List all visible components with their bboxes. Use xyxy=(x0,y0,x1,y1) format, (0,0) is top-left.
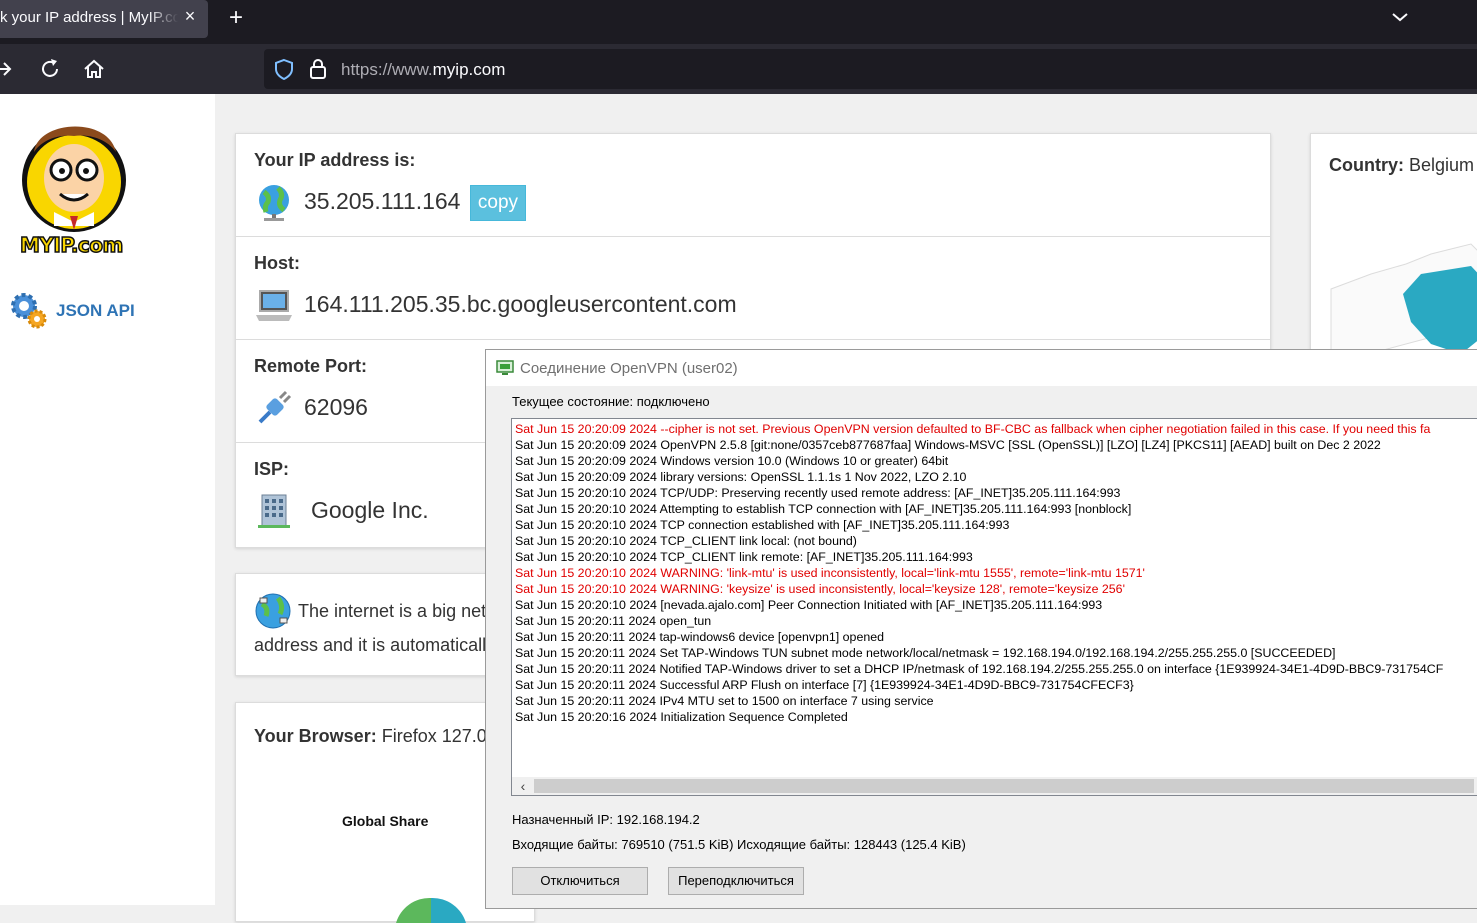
isp-label: ISP: xyxy=(254,459,290,479)
ip-value: 35.205.111.164 xyxy=(304,188,461,214)
openvpn-monitor-icon xyxy=(496,360,514,375)
arrow-right-icon xyxy=(0,62,12,76)
host-row: Host: 164.111.205.35.bc.googleuserconten… xyxy=(236,237,1270,340)
global-share-pie[interactable] xyxy=(386,893,476,923)
log-line: Sat Jun 15 20:20:10 2024 TCP/UDP: Preser… xyxy=(515,486,1121,500)
browser-text: Your Browser: Firefox 127.0 xyxy=(254,726,487,747)
log-line: Sat Jun 15 20:20:10 2024 Attempting to e… xyxy=(515,502,1132,516)
plug-icon xyxy=(258,390,292,424)
ip-row: Your IP address is: 35.205.111.164 copy xyxy=(236,134,1270,237)
network-globe-icon xyxy=(255,593,291,629)
log-line: Sat Jun 15 20:20:09 2024 library version… xyxy=(515,470,967,484)
log-line: Sat Jun 15 20:20:11 2024 Notified TAP-Wi… xyxy=(515,662,1444,676)
browser-label: Your Browser: xyxy=(254,726,377,746)
myip-logo[interactable]: MYIP.com xyxy=(18,112,130,258)
home-button[interactable] xyxy=(81,56,107,82)
laptop-icon xyxy=(256,290,292,321)
connection-status: Текущее состояние: подключено xyxy=(512,394,710,409)
log-line: Sat Jun 15 20:20:10 2024 TCP_CLIENT link… xyxy=(515,534,857,548)
dialog-titlebar[interactable]: Соединение OpenVPN (user02) xyxy=(486,350,1477,386)
browser-value: Firefox 127.0 xyxy=(381,726,487,746)
port-value: 62096 xyxy=(304,394,368,420)
url-text[interactable]: https://www.myip.com xyxy=(341,60,505,80)
log-line: Sat Jun 15 20:20:11 2024 Successful ARP … xyxy=(515,678,1134,692)
json-api-label: JSON API xyxy=(56,301,135,320)
chevron-down-icon xyxy=(1392,13,1408,22)
disconnect-button[interactable]: Отключиться xyxy=(512,867,648,895)
country-map[interactable] xyxy=(1311,194,1477,364)
log-box[interactable]: Sat Jun 15 20:20:09 2024 --cipher is not… xyxy=(511,418,1477,796)
host-value: 164.111.205.35.bc.googleusercontent.com xyxy=(304,291,737,317)
building-icon xyxy=(258,494,290,528)
log-line: Sat Jun 15 20:20:10 2024 WARNING: 'keysi… xyxy=(515,582,1125,596)
tab-myip[interactable]: k your IP address | MyIP.com × xyxy=(0,0,208,38)
url-domain: myip.com xyxy=(432,60,506,79)
internet-text-line2: address and it is automatically xyxy=(254,635,496,655)
tab-title: k your IP address | MyIP.com xyxy=(0,9,178,26)
url-prefix: https://www. xyxy=(341,60,433,79)
country-text: Country: Belgium xyxy=(1329,155,1474,176)
log-line: Sat Jun 15 20:20:09 2024 --cipher is not… xyxy=(515,422,1431,436)
reload-button[interactable] xyxy=(37,56,63,82)
horizontal-scrollbar[interactable]: ‹ xyxy=(512,777,1477,795)
internet-text-line1: The internet is a big netw xyxy=(298,601,500,621)
openvpn-dialog: Соединение OpenVPN (user02) Текущее сост… xyxy=(485,349,1477,909)
scroll-left-arrow-icon[interactable]: ‹ xyxy=(514,777,532,795)
json-api-link[interactable]: JSON API xyxy=(8,290,208,330)
global-share-title: Global Share xyxy=(342,813,429,829)
assigned-ip: Назначенный IP: 192.168.194.2 xyxy=(512,812,700,827)
logo-text: MYIP.com xyxy=(19,232,124,258)
copy-button[interactable]: copy xyxy=(470,185,526,221)
log-line: Sat Jun 15 20:20:11 2024 IPv4 MTU set to… xyxy=(515,694,934,708)
log-line: Sat Jun 15 20:20:11 2024 Set TAP-Windows… xyxy=(515,646,1336,660)
dialog-title: Соединение OpenVPN (user02) xyxy=(520,360,738,377)
globe-icon xyxy=(259,185,289,221)
list-all-tabs-button[interactable] xyxy=(1390,8,1410,26)
log-line: Sat Jun 15 20:20:10 2024 [nevada.ajalo.c… xyxy=(515,598,1103,612)
gears-icon xyxy=(11,293,47,329)
log-line: Sat Jun 15 20:20:11 2024 open_tun xyxy=(515,614,712,628)
nav-bar: https://www.myip.com xyxy=(0,44,1477,94)
log-line: Sat Jun 15 20:20:10 2024 TCP_CLIENT link… xyxy=(515,550,973,564)
shield-icon[interactable] xyxy=(273,58,295,80)
tab-close-icon[interactable]: × xyxy=(180,6,200,28)
tab-bar: k your IP address | MyIP.com × + xyxy=(0,0,1477,44)
traffic-bytes: Входящие байты: 769510 (751.5 KiB) Исход… xyxy=(512,837,966,852)
address-bar[interactable]: https://www.myip.com xyxy=(264,49,1477,89)
country-value: Belgium xyxy=(1409,155,1475,175)
port-label: Remote Port: xyxy=(254,356,368,376)
log-line: Sat Jun 15 20:20:09 2024 Windows version… xyxy=(515,454,949,468)
scrollbar-thumb[interactable] xyxy=(534,779,1474,793)
isp-value: Google Inc. xyxy=(311,497,429,523)
log-line: Sat Jun 15 20:20:16 2024 Initialization … xyxy=(515,710,848,724)
host-label: Host: xyxy=(254,253,300,273)
log-line: Sat Jun 15 20:20:10 2024 WARNING: 'link-… xyxy=(515,566,1145,580)
reload-icon xyxy=(42,59,58,77)
log-line: Sat Jun 15 20:20:10 2024 TCP connection … xyxy=(515,518,1010,532)
log-line: Sat Jun 15 20:20:11 2024 tap-windows6 de… xyxy=(515,630,885,644)
log-line: Sat Jun 15 20:20:09 2024 OpenVPN 2.5.8 [… xyxy=(515,438,1381,452)
country-label: Country: xyxy=(1329,155,1404,175)
reconnect-button[interactable]: Переподключиться xyxy=(668,867,804,895)
lock-icon[interactable] xyxy=(308,58,328,80)
ip-label: Your IP address is: xyxy=(254,150,416,170)
new-tab-button[interactable]: + xyxy=(224,4,248,31)
country-card: Country: Belgium xyxy=(1310,133,1477,364)
home-icon xyxy=(84,59,104,78)
sidebar: MYIP.com JSON API xyxy=(0,94,215,905)
forward-button[interactable] xyxy=(0,56,18,82)
